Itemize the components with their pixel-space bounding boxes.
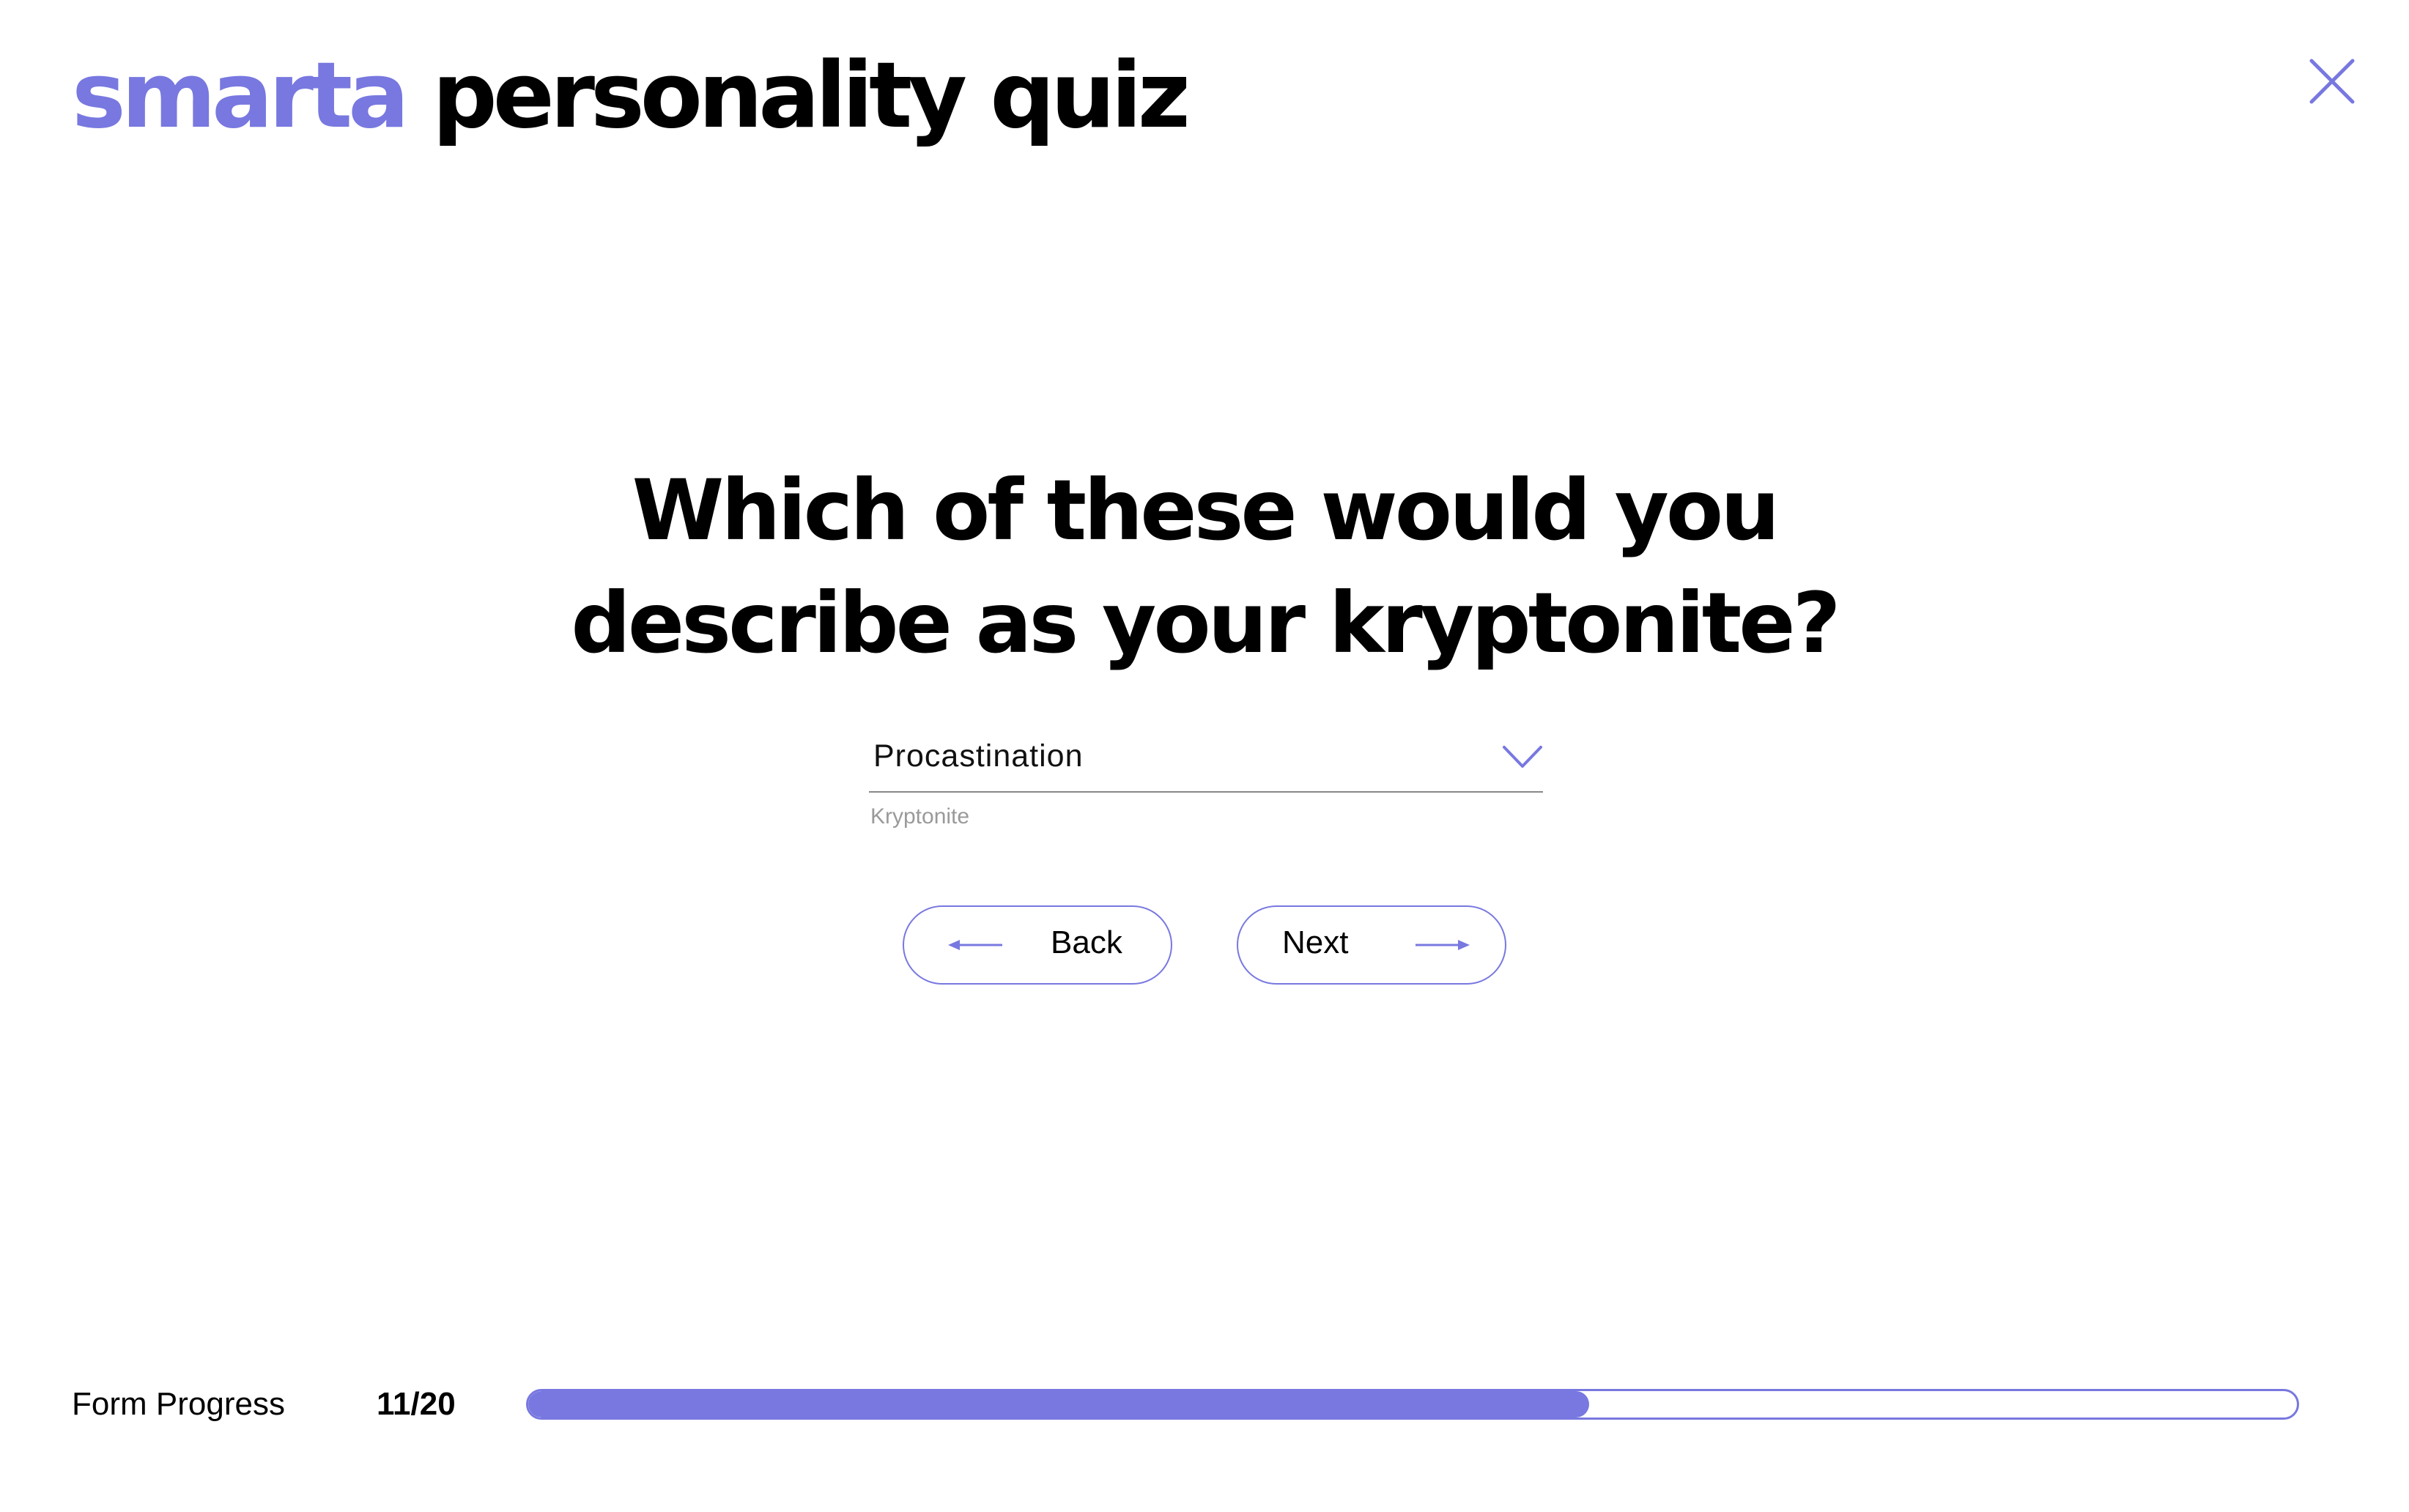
progress-bar xyxy=(526,1389,2299,1420)
answer-select-helper: Kryptonite xyxy=(870,804,970,829)
next-button[interactable]: Next xyxy=(1237,905,1506,985)
answer-select[interactable]: Procastination xyxy=(869,724,1543,793)
back-button[interactable]: Back xyxy=(903,905,1172,985)
close-button[interactable] xyxy=(2308,57,2356,105)
question-line-1: Which of these would you xyxy=(632,462,1780,559)
progress-label: Form Progress xyxy=(72,1386,285,1422)
progress-bar-fill xyxy=(528,1391,1590,1418)
progress-count: 11/20 xyxy=(377,1386,456,1422)
brand-title: smarta personality quiz xyxy=(72,34,1191,158)
question-line-2: describe as your kryptonite? xyxy=(571,574,1840,672)
brand-name: smarta xyxy=(72,43,410,149)
question-heading: Which of these would you describe as you… xyxy=(472,454,1937,680)
back-button-label: Back xyxy=(1051,924,1122,960)
next-button-label: Next xyxy=(1282,924,1349,960)
close-icon xyxy=(2309,59,2355,104)
arrow-right-icon xyxy=(1413,933,1471,957)
brand-subtitle: personality quiz xyxy=(432,43,1191,149)
arrow-left-icon xyxy=(947,933,1005,957)
chevron-down-icon xyxy=(1502,743,1543,772)
answer-select-value: Procastination xyxy=(873,738,1084,774)
